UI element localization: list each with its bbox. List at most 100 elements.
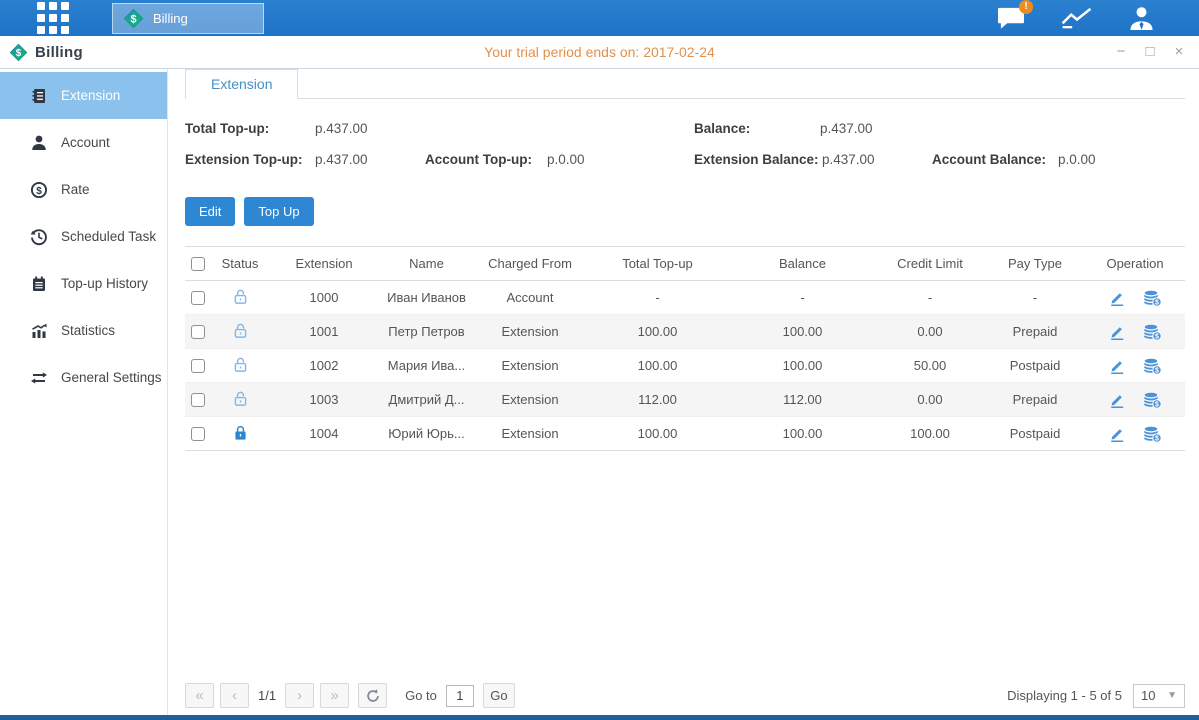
app-launcher-button[interactable]	[0, 2, 105, 34]
sidebar-item-rate[interactable]: $ Rate	[0, 166, 167, 213]
charged-from-cell: Extension	[475, 315, 585, 349]
status-cell	[210, 315, 270, 349]
col-status: Status	[210, 247, 270, 281]
pencil-icon	[1108, 323, 1126, 341]
extension-cell: 1003	[270, 383, 378, 417]
edit-row-button[interactable]	[1108, 289, 1126, 307]
sidebar-item-label: Scheduled Task	[61, 229, 156, 244]
maximize-button[interactable]: □	[1142, 44, 1158, 60]
sidebar-item-general-settings[interactable]: General Settings	[0, 354, 167, 401]
tab-extension[interactable]: Extension	[185, 69, 298, 99]
edit-row-button[interactable]	[1108, 391, 1126, 409]
status-cell	[210, 383, 270, 417]
edit-row-button[interactable]	[1108, 425, 1126, 443]
balance-cell: 100.00	[730, 349, 875, 383]
total-topup-cell: 100.00	[585, 315, 730, 349]
col-charged-from: Charged From	[475, 247, 585, 281]
total-topup-label: Total Top-up:	[185, 121, 269, 136]
lock-open-icon	[232, 322, 249, 339]
bottom-window-edge	[0, 715, 1199, 720]
top-up-row-button[interactable]: $	[1143, 391, 1162, 409]
svg-text:$: $	[1155, 299, 1159, 306]
sidebar-item-topup-history[interactable]: Top-up History	[0, 260, 167, 307]
notifications-button[interactable]: !	[996, 6, 1026, 31]
col-total-topup: Total Top-up	[585, 247, 730, 281]
charged-from-cell: Account	[475, 281, 585, 315]
top-up-row-button[interactable]: $	[1143, 357, 1162, 375]
chevron-down-icon: ▼	[1167, 690, 1177, 701]
row-checkbox[interactable]	[191, 427, 205, 441]
next-page-button[interactable]: ›	[285, 683, 314, 708]
lock-open-icon	[232, 356, 249, 373]
status-cell	[210, 417, 270, 451]
user-icon	[1128, 5, 1155, 31]
row-checkbox[interactable]	[191, 359, 205, 373]
extension-cell: 1000	[270, 281, 378, 315]
select-all-checkbox[interactable]	[191, 257, 205, 271]
sidebar-item-label: Account	[61, 135, 110, 150]
last-page-button[interactable]: »	[320, 683, 349, 708]
total-topup-value: p.437.00	[315, 121, 368, 136]
sidebar-item-label: Statistics	[61, 323, 115, 338]
row-checkbox[interactable]	[191, 291, 205, 305]
charged-from-cell: Extension	[475, 417, 585, 451]
col-name: Name	[378, 247, 475, 281]
pay-type-cell: Prepaid	[985, 315, 1085, 349]
refresh-button[interactable]	[358, 683, 387, 708]
balance-cell: 100.00	[730, 315, 875, 349]
col-pay-type: Pay Type	[985, 247, 1085, 281]
prev-page-button[interactable]: ‹	[220, 683, 249, 708]
first-page-button[interactable]: «	[185, 683, 214, 708]
user-account-button[interactable]	[1128, 5, 1155, 31]
edit-row-button[interactable]	[1108, 357, 1126, 375]
extension-table: Status Extension Name Charged From Total…	[185, 246, 1185, 451]
row-checkbox[interactable]	[191, 325, 205, 339]
edit-button[interactable]: Edit	[185, 197, 235, 226]
person-icon	[30, 134, 48, 152]
sidebar-item-statistics[interactable]: Statistics	[0, 307, 167, 354]
page-size-select[interactable]: 10 ▼	[1133, 684, 1185, 708]
displaying-text: Displaying 1 - 5 of 5	[1007, 688, 1122, 703]
billing-window: $ Billing !	[0, 0, 1199, 720]
sidebar-item-scheduled-task[interactable]: Scheduled Task	[0, 213, 167, 260]
row-checkbox[interactable]	[191, 393, 205, 407]
top-up-button[interactable]: Top Up	[244, 197, 313, 226]
top-up-row-button[interactable]: $	[1143, 323, 1162, 341]
top-up-row-button[interactable]: $	[1143, 425, 1162, 443]
pay-type-cell: Postpaid	[985, 417, 1085, 451]
go-button[interactable]: Go	[483, 683, 515, 708]
col-credit-limit: Credit Limit	[875, 247, 985, 281]
extension-cell: 1001	[270, 315, 378, 349]
total-topup-cell: -	[585, 281, 730, 315]
pay-type-cell: Postpaid	[985, 349, 1085, 383]
monitor-button[interactable]	[1060, 6, 1094, 31]
operation-cell: $	[1085, 357, 1185, 375]
topbar-tab-billing[interactable]: $ Billing	[112, 3, 264, 34]
status-cell	[210, 349, 270, 383]
coins-icon: $	[1143, 391, 1162, 409]
sidebar: Extension Account $ Rate	[0, 69, 168, 715]
edit-row-button[interactable]	[1108, 323, 1126, 341]
svg-text:$: $	[36, 185, 42, 196]
credit-limit-cell: 0.00	[875, 315, 985, 349]
close-button[interactable]: ×	[1171, 44, 1187, 60]
sidebar-item-extension[interactable]: Extension	[0, 72, 167, 119]
svg-text:$: $	[1155, 401, 1159, 408]
billing-diamond-icon: $	[9, 43, 28, 62]
topbar-tab-label: Billing	[153, 11, 188, 26]
charged-from-cell: Extension	[475, 349, 585, 383]
account-topup-label: Account Top-up:	[425, 152, 532, 167]
extension-balance-value: p.437.00	[822, 152, 875, 167]
balance-summary: Total Top-up: p.437.00 Balance: p.437.00…	[185, 113, 1199, 185]
total-topup-cell: 112.00	[585, 383, 730, 417]
charged-from-cell: Extension	[475, 383, 585, 417]
balance-cell: 100.00	[730, 417, 875, 451]
sidebar-item-account[interactable]: Account	[0, 119, 167, 166]
extension-cell: 1002	[270, 349, 378, 383]
pencil-icon	[1108, 289, 1126, 307]
goto-page-input[interactable]	[446, 685, 474, 707]
top-up-row-button[interactable]: $	[1143, 289, 1162, 307]
notification-badge: !	[1019, 0, 1033, 14]
col-balance: Balance	[730, 247, 875, 281]
minimize-button[interactable]: −	[1113, 44, 1129, 60]
